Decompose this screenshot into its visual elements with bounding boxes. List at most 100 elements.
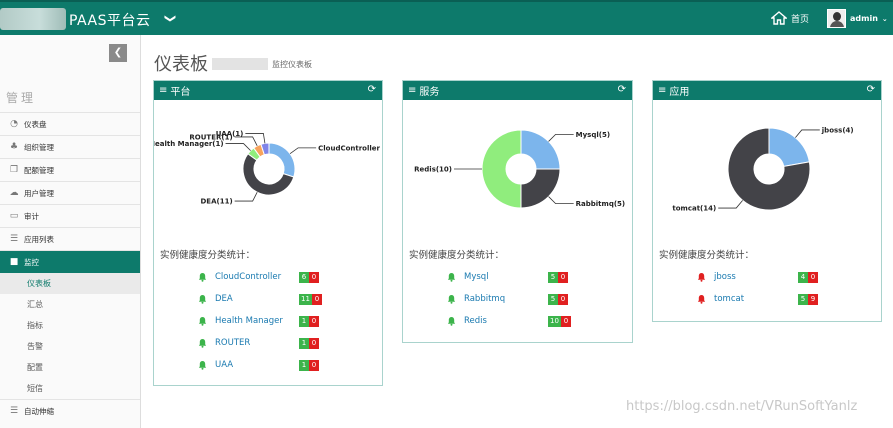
- panel-title: 平台: [170, 87, 191, 98]
- video-icon: ■: [9, 257, 19, 267]
- instance-link[interactable]: jboss: [714, 272, 798, 282]
- page-title: 仪表板: [154, 54, 208, 75]
- unhealthy-count-badge: 9: [808, 293, 818, 305]
- slice-label: Redis(10): [414, 166, 452, 174]
- sidebar-item-label: 用户管理: [24, 188, 54, 198]
- panel-title: 应用: [669, 87, 690, 98]
- instance-link[interactable]: UAA: [215, 360, 299, 370]
- instance-link[interactable]: tomcat: [714, 294, 798, 304]
- stats-row: CloudController 6 0: [198, 271, 319, 283]
- sidebar-menu: ◔ 仪表盘 ♣ 组织管理 ❐ 配额管理 ☁ 用户管理 ▭ 审计 ☰ 应用列表 ■ 监控 仪表板…: [0, 112, 140, 422]
- menu-icon: ≡: [408, 85, 417, 96]
- dashboard-icon: ◔: [10, 119, 18, 129]
- list-icon: ☰: [9, 234, 19, 244]
- sidebar-item-users[interactable]: ☁ 用户管理: [0, 181, 140, 204]
- stats-row: DEA 11 0: [198, 293, 322, 305]
- unhealthy-count-badge: 0: [808, 271, 818, 283]
- home-label: 首页: [791, 14, 810, 25]
- user-name: admin: [850, 14, 878, 23]
- slice-label-connector: [795, 129, 820, 138]
- chart-service: Mysql(5) Rabbitmq(5) Redis(10): [403, 100, 632, 243]
- healthy-count-badge: 5: [548, 271, 558, 283]
- slice-label: jboss(4): [821, 126, 854, 134]
- sidebar-subitem-sms[interactable]: 短信: [0, 378, 140, 399]
- sidebar-section-title: 管理: [6, 91, 37, 105]
- unhealthy-count-badge: 0: [560, 315, 571, 327]
- panel-app: ≡ 应用 ⟳ jboss(4) tomcat(14) 实例健康度分类统计： jbo…: [652, 80, 882, 322]
- sidebar-item-apps[interactable]: ☰ 应用列表: [0, 227, 140, 250]
- sidebar: ❮ 管理 ◔ 仪表盘 ♣ 组织管理 ❐ 配额管理 ☁ 用户管理 ▭ 审计 ☰ 应用列表 ■ 监…: [0, 35, 141, 428]
- slice-label-connector: [548, 133, 574, 142]
- home-link[interactable]: 首页: [771, 11, 809, 25]
- healthy-count-badge: 1: [299, 337, 309, 349]
- sidebar-item-quota[interactable]: ❐ 配额管理: [0, 158, 140, 181]
- slice-label-connector: [234, 136, 258, 147]
- panel-platform: ≡ 平台 ⟳ CloudController DEA(11) Health Mana…: [149, 80, 383, 386]
- healthy-count-badge: 1: [299, 315, 309, 327]
- instance-link[interactable]: Health Manager: [215, 316, 299, 326]
- instance-link[interactable]: DEA: [215, 294, 299, 304]
- instance-link[interactable]: Mysql: [464, 272, 548, 282]
- instance-link[interactable]: CloudController: [215, 272, 299, 282]
- bell-icon: [447, 294, 456, 304]
- chevron-down-icon[interactable]: ❯: [164, 14, 177, 23]
- sidebar-item-label: 应用列表: [24, 234, 54, 244]
- refresh-icon[interactable]: ⟳: [618, 84, 626, 95]
- monitor-icon: ▭: [9, 211, 19, 221]
- unhealthy-count-badge: 0: [309, 337, 319, 349]
- slice-label: CloudController: [318, 144, 380, 152]
- brand-title[interactable]: PAAS平台云: [69, 10, 150, 30]
- stats-row: ROUTER 1 0: [198, 337, 319, 349]
- instance-link[interactable]: ROUTER: [215, 338, 299, 348]
- sidebar-subitem-summary[interactable]: 汇总: [0, 294, 140, 315]
- unhealthy-count-badge: 0: [558, 271, 568, 283]
- healthy-count-badge: 10: [548, 315, 561, 327]
- panel-header: ≡ 应用 ⟳: [653, 81, 881, 100]
- donut-chart: Mysql(5) Rabbitmq(5) Redis(10): [414, 129, 625, 209]
- top-navbar: PAAS平台云 ❯ 首页 admin ⌄: [0, 0, 893, 35]
- unhealthy-count-badge: 0: [309, 315, 319, 327]
- sidebar-item-org[interactable]: ♣ 组织管理: [0, 135, 140, 158]
- bell-icon: [447, 316, 456, 326]
- chart-platform: CloudController DEA(11) Health Manager(1) R…: [149, 100, 382, 243]
- stats-row: Mysql 5 0: [447, 271, 568, 283]
- stats-title: 实例健康度分类统计：: [659, 250, 755, 261]
- healthy-count-badge: 11: [299, 293, 312, 305]
- pie-slice-cloudcontroller[interactable]: [268, 142, 296, 178]
- unhealthy-count-badge: 0: [309, 359, 319, 371]
- bell-icon: [198, 338, 207, 348]
- list-icon: ☰: [9, 406, 19, 416]
- home-icon: [771, 11, 787, 25]
- bell-icon: [198, 316, 207, 326]
- sidebar-item-audit[interactable]: ▭ 审计: [0, 204, 140, 227]
- sidebar-subitem-config[interactable]: 配置: [0, 357, 140, 378]
- donut-chart: jboss(4) tomcat(14): [672, 126, 854, 212]
- menu-icon: ≡: [658, 85, 667, 96]
- donut-chart: CloudControllerDEA(11)Health Manager(1)R…: [149, 130, 380, 206]
- pie-slice-redis[interactable]: [481, 129, 522, 209]
- bell-icon: [198, 360, 207, 370]
- sidebar-item-autoscale[interactable]: ☰ 自动伸缩: [0, 399, 140, 422]
- healthy-count-badge: 5: [548, 293, 558, 305]
- slice-label: Rabbitmq(5): [576, 200, 625, 208]
- sidebar-item-label: 监控: [24, 257, 39, 267]
- sidebar-subitem-dashboard[interactable]: 仪表板: [0, 273, 140, 294]
- refresh-icon[interactable]: ⟳: [867, 84, 875, 95]
- slice-label-connector: [718, 200, 743, 209]
- user-menu[interactable]: admin ⌄: [827, 9, 888, 28]
- instance-link[interactable]: Redis: [464, 316, 548, 326]
- refresh-icon[interactable]: ⟳: [368, 84, 376, 95]
- unhealthy-count-badge: 0: [558, 293, 568, 305]
- breadcrumb: 监控仪表板: [272, 60, 312, 69]
- sidebar-item-monitor[interactable]: ■ 监控: [0, 250, 140, 273]
- sidebar-subitem-alerts[interactable]: 告警: [0, 336, 140, 357]
- panel-service: ≡ 服务 ⟳ Mysql(5) Rabbitmq(5) Redis(10) 实例健康…: [402, 80, 633, 343]
- collapse-sidebar-button[interactable]: ❮: [109, 44, 127, 62]
- stats-row: Redis 10 0: [447, 315, 571, 327]
- slice-label-connector: [225, 143, 251, 151]
- pie-slice-jboss[interactable]: [768, 127, 810, 167]
- slice-label-connector: [548, 196, 574, 205]
- sidebar-subitem-metrics[interactable]: 指标: [0, 315, 140, 336]
- sidebar-item-dashboard[interactable]: ◔ 仪表盘: [0, 112, 140, 135]
- instance-link[interactable]: Rabbitmq: [464, 294, 548, 304]
